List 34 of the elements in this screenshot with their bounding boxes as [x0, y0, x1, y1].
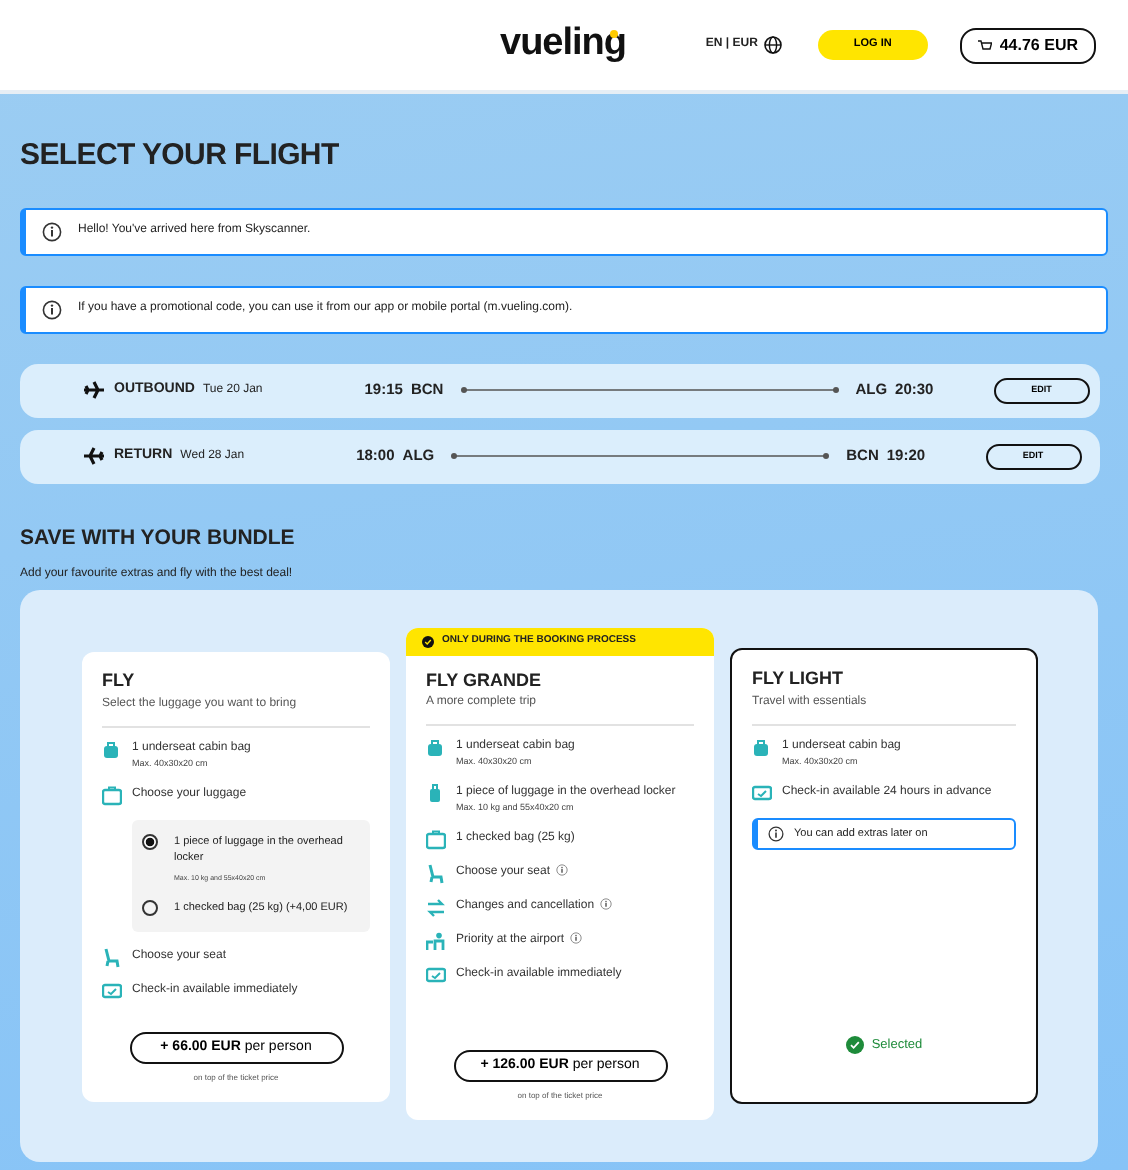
bag-icon: [426, 738, 446, 759]
check-icon: [845, 1035, 864, 1054]
bundle-name: FLY LIGHT: [752, 666, 846, 693]
seat-icon: [102, 947, 122, 967]
bundle-name: FLY GRANDE: [426, 667, 544, 694]
bag-icon: [102, 739, 122, 760]
cart-button[interactable]: 44.76 EUR: [959, 27, 1096, 63]
check-icon: [422, 636, 434, 648]
plane-icon: [82, 380, 106, 400]
screen-icon: [752, 783, 772, 803]
radio-button[interactable]: [142, 833, 158, 849]
info-icon: [42, 299, 62, 319]
bundle-card[interactable]: [82, 652, 390, 1103]
trolley-icon: [426, 784, 446, 804]
seat-icon: [426, 863, 446, 884]
screen-icon: [426, 965, 446, 986]
bundle-name: FLY: [102, 668, 137, 695]
logo-dot-icon: [610, 30, 618, 38]
cart-icon: [977, 39, 992, 51]
screen-icon: [102, 981, 122, 1001]
plane-icon: [82, 446, 106, 466]
page-title: SELECT YOUR FLIGHT: [20, 136, 341, 176]
section-title: SAVE WITH YOUR BUNDLE: [20, 523, 297, 553]
suitcase-icon: [102, 785, 122, 805]
logo[interactable]: vueling: [500, 16, 627, 74]
radio-button[interactable]: [142, 900, 158, 917]
suitcase-icon: [426, 829, 446, 850]
info-icon: [768, 825, 784, 842]
globe-icon: [763, 36, 782, 54]
arrows-icon: [426, 897, 446, 918]
bundle-card[interactable]: [406, 628, 714, 1121]
info-icon: [42, 221, 62, 241]
person-icon: [426, 931, 446, 952]
bag-icon: [752, 737, 772, 758]
